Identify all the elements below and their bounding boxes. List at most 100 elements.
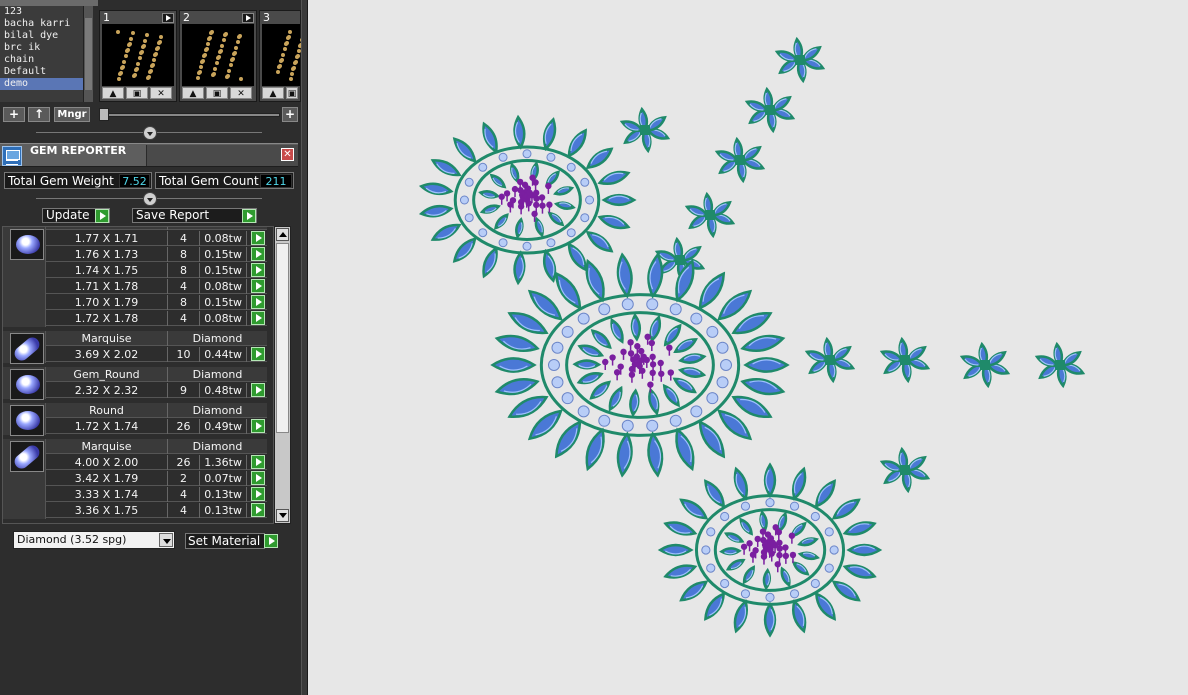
save-icon[interactable]: ▣ bbox=[206, 87, 228, 99]
table-row[interactable]: 1.77 X 1.71 4 0.08tw bbox=[46, 231, 267, 246]
play-icon[interactable] bbox=[264, 534, 278, 548]
project-list-item[interactable]: brc ik bbox=[0, 42, 83, 54]
select-gem-icon[interactable] bbox=[251, 247, 265, 261]
round-stone bbox=[720, 359, 733, 371]
marquise-shape bbox=[479, 204, 501, 214]
project-list-item[interactable]: chain bbox=[0, 54, 83, 66]
project-list-item[interactable]: bilal dye bbox=[0, 30, 83, 42]
marquise-stone bbox=[763, 601, 777, 638]
select-gem-icon[interactable] bbox=[251, 311, 265, 325]
panel-splitter[interactable] bbox=[301, 0, 308, 695]
table-row[interactable]: 3.33 X 1.74 4 0.13tw bbox=[46, 487, 267, 502]
total-gem-weight: Total Gem Weight 7.52 bbox=[4, 172, 152, 189]
table-row[interactable]: 1.72 X 1.74 26 0.49tw bbox=[46, 419, 267, 434]
slider-handle[interactable] bbox=[99, 108, 109, 121]
scroll-down-icon[interactable] bbox=[276, 509, 289, 522]
round-stone bbox=[621, 419, 634, 432]
play-icon[interactable] bbox=[95, 209, 109, 223]
marquise-gem-icon[interactable] bbox=[10, 441, 44, 472]
play-icon[interactable] bbox=[242, 13, 254, 23]
scroll-up-icon[interactable] bbox=[276, 228, 289, 241]
save-icon[interactable]: ▣ bbox=[126, 87, 148, 99]
select-gem-icon[interactable] bbox=[251, 487, 265, 501]
project-thumbnail-1[interactable]: 1 ▲ ▣ ✕ bbox=[99, 10, 177, 102]
select-gem-icon[interactable] bbox=[251, 347, 265, 361]
upload-button[interactable]: ▲ bbox=[182, 87, 204, 99]
project-thumbnail-2[interactable]: 2 ▲ ▣ ✕ bbox=[179, 10, 257, 102]
table-row[interactable]: 2.32 X 2.32 9 0.48tw bbox=[46, 383, 267, 398]
gem-material: Diamond bbox=[192, 404, 243, 417]
3d-viewport[interactable] bbox=[308, 0, 1188, 695]
thumbnail-dot bbox=[119, 71, 123, 75]
round-gem-icon[interactable] bbox=[10, 369, 44, 400]
round-gem-icon[interactable] bbox=[10, 405, 44, 436]
table-row[interactable]: 1.74 X 1.75 8 0.15tw bbox=[46, 263, 267, 278]
gem-table-scrollbar[interactable] bbox=[274, 226, 291, 524]
round-stone bbox=[810, 511, 820, 522]
upload-button[interactable]: ▲ bbox=[262, 87, 284, 99]
project-list-item[interactable]: 123 bbox=[0, 6, 83, 18]
save-icon[interactable]: ▣ bbox=[286, 87, 298, 99]
close-icon[interactable]: ✕ bbox=[281, 148, 294, 161]
select-gem-icon[interactable] bbox=[251, 263, 265, 277]
select-gem-icon[interactable] bbox=[251, 231, 265, 245]
select-gem-icon[interactable] bbox=[251, 471, 265, 485]
delete-button[interactable]: ✕ bbox=[230, 87, 252, 99]
save-report-button[interactable]: Save Report bbox=[132, 208, 257, 223]
select-gem-icon[interactable] bbox=[251, 279, 265, 293]
projects-scrollbar[interactable] bbox=[83, 6, 93, 102]
thumbnail-dot bbox=[143, 39, 147, 43]
marquise-stone bbox=[430, 223, 462, 241]
project-list-item[interactable]: bacha karri bbox=[0, 18, 83, 30]
marquise-stone bbox=[719, 547, 742, 556]
table-row[interactable]: 1.76 X 1.73 8 0.15tw bbox=[46, 247, 267, 262]
select-gem-icon[interactable] bbox=[251, 419, 265, 433]
gem-weight: 0.13tw bbox=[200, 487, 247, 502]
table-row[interactable]: 3.69 X 2.02 10 0.44tw bbox=[46, 347, 267, 362]
select-gem-icon[interactable] bbox=[251, 295, 265, 309]
move-up-button[interactable]: ↑ bbox=[28, 107, 50, 122]
jewelry-model[interactable] bbox=[308, 0, 1188, 695]
set-material-button[interactable]: Set Material bbox=[185, 533, 278, 549]
table-row[interactable]: 4.00 X 2.00 26 1.36tw bbox=[46, 455, 267, 470]
table-row[interactable]: 1.71 X 1.78 4 0.08tw bbox=[46, 279, 267, 294]
projects-scroll-thumb[interactable] bbox=[85, 18, 92, 90]
collapse-stats-icon[interactable] bbox=[143, 192, 157, 206]
zoom-in-button[interactable]: + bbox=[282, 107, 298, 122]
table-row[interactable]: 1.72 X 1.78 4 0.08tw bbox=[46, 311, 267, 326]
thumbnail-size-slider[interactable] bbox=[100, 113, 280, 117]
update-button[interactable]: Update bbox=[42, 208, 110, 223]
gem-weight: 0.13tw bbox=[200, 503, 247, 518]
chevron-down-icon[interactable] bbox=[159, 533, 173, 547]
gem-thumb-column bbox=[3, 403, 46, 436]
table-row[interactable]: 1.70 X 1.79 8 0.15tw bbox=[46, 295, 267, 310]
material-select[interactable]: Diamond (3.52 spg) bbox=[13, 531, 175, 549]
round-gem-icon[interactable] bbox=[10, 229, 44, 260]
select-gem-icon[interactable] bbox=[251, 383, 265, 397]
marquise-stone bbox=[567, 128, 587, 158]
project-list-item[interactable]: Default bbox=[0, 66, 83, 78]
total-gem-count-label: Total Gem Count bbox=[159, 174, 259, 188]
project-thumbnail-3[interactable]: 3 ▲ ▣ bbox=[259, 10, 322, 102]
play-icon[interactable] bbox=[162, 13, 174, 23]
marquise-gem-icon[interactable] bbox=[10, 333, 44, 364]
projects-list[interactable]: 123 bacha karri bilal dye brc ik chain Defaul… bbox=[0, 6, 83, 102]
table-row[interactable]: 3.42 X 1.79 2 0.07tw bbox=[46, 471, 267, 486]
play-icon[interactable] bbox=[242, 209, 256, 223]
add-project-button[interactable]: + bbox=[3, 107, 25, 122]
round-stone bbox=[765, 498, 775, 508]
marquise-stone bbox=[553, 201, 576, 210]
delete-button[interactable]: ✕ bbox=[150, 87, 172, 99]
table-row[interactable]: 3.36 X 1.75 4 0.13tw bbox=[46, 503, 267, 518]
project-list-item[interactable]: demo bbox=[0, 78, 83, 90]
marquise-stone bbox=[513, 114, 526, 150]
round-stone bbox=[720, 511, 730, 522]
manager-button[interactable]: Mngr bbox=[54, 107, 90, 122]
select-gem-icon[interactable] bbox=[251, 455, 265, 469]
select-gem-icon[interactable] bbox=[251, 503, 265, 517]
upload-button[interactable]: ▲ bbox=[102, 87, 124, 99]
collapse-panel-icon[interactable] bbox=[143, 126, 157, 140]
marquise-shape bbox=[842, 564, 877, 579]
scroll-thumb[interactable] bbox=[276, 243, 289, 433]
round-stone bbox=[478, 228, 488, 238]
